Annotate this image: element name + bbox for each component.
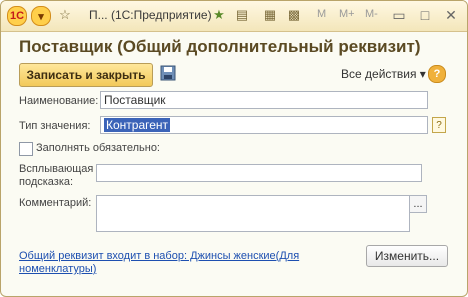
name-label: Наименование:	[19, 95, 99, 107]
close-icon[interactable]: ✕	[441, 6, 461, 24]
save-and-close-button[interactable]: Записать и закрыть	[19, 63, 153, 87]
name-field[interactable]: Поставщик	[100, 91, 428, 109]
menu-icon[interactable]: ▾	[31, 6, 51, 26]
required-checkbox[interactable]	[19, 142, 33, 156]
minimize-icon[interactable]: ▭	[389, 6, 409, 24]
comment-label: Комментарий:	[19, 197, 92, 209]
value-type-help-icon[interactable]: ?	[432, 117, 446, 133]
tooltip-label-line1: Всплывающая	[19, 163, 94, 175]
1c-logo-icon[interactable]: 1С	[7, 6, 27, 26]
value-type-label: Тип значения:	[19, 120, 91, 132]
star-icon[interactable]: ☆	[57, 7, 73, 23]
change-button[interactable]: Изменить...	[366, 245, 448, 267]
help-icon[interactable]: ?	[428, 65, 446, 83]
page-title: Поставщик (Общий дополнительный реквизит…	[19, 37, 421, 56]
value-type-field[interactable]: Контрагент	[100, 116, 428, 134]
calculator-icon[interactable]: ▦	[262, 7, 278, 23]
tooltip-field[interactable]	[96, 164, 422, 182]
memory-plus-icon[interactable]: M+	[339, 8, 355, 20]
tooltip-label: Всплывающая подсказка:	[19, 163, 93, 189]
document-icon[interactable]: ▤	[234, 7, 250, 23]
attribute-set-link[interactable]: Общий реквизит входит в набор: Джинсы же…	[19, 250, 339, 276]
memory-m-icon[interactable]: M	[317, 8, 326, 20]
required-label: Заполнять обязательно:	[36, 142, 160, 154]
comment-field[interactable]	[96, 195, 410, 232]
calendar-icon[interactable]: ▩	[286, 7, 302, 23]
value-type-value: Контрагент	[104, 118, 171, 132]
memory-minus-icon[interactable]: M-	[365, 8, 378, 20]
window-title: П... (1С:Предприятие)	[89, 8, 212, 22]
save-icon[interactable]	[160, 65, 176, 81]
maximize-icon[interactable]: □	[415, 6, 435, 24]
add-to-favorites-icon[interactable]: ★	[211, 7, 227, 23]
form-window: 1С ▾ ☆ П... (1С:Предприятие) ★ ▤ ▦ ▩ M M…	[0, 0, 468, 297]
tooltip-label-line2: подсказка:	[19, 176, 74, 188]
comment-open-button[interactable]: ...	[409, 195, 427, 213]
all-actions-menu[interactable]: Все действия ▾	[341, 67, 426, 81]
title-bar: 1С ▾ ☆ П... (1С:Предприятие) ★ ▤ ▦ ▩ M M…	[1, 1, 467, 32]
